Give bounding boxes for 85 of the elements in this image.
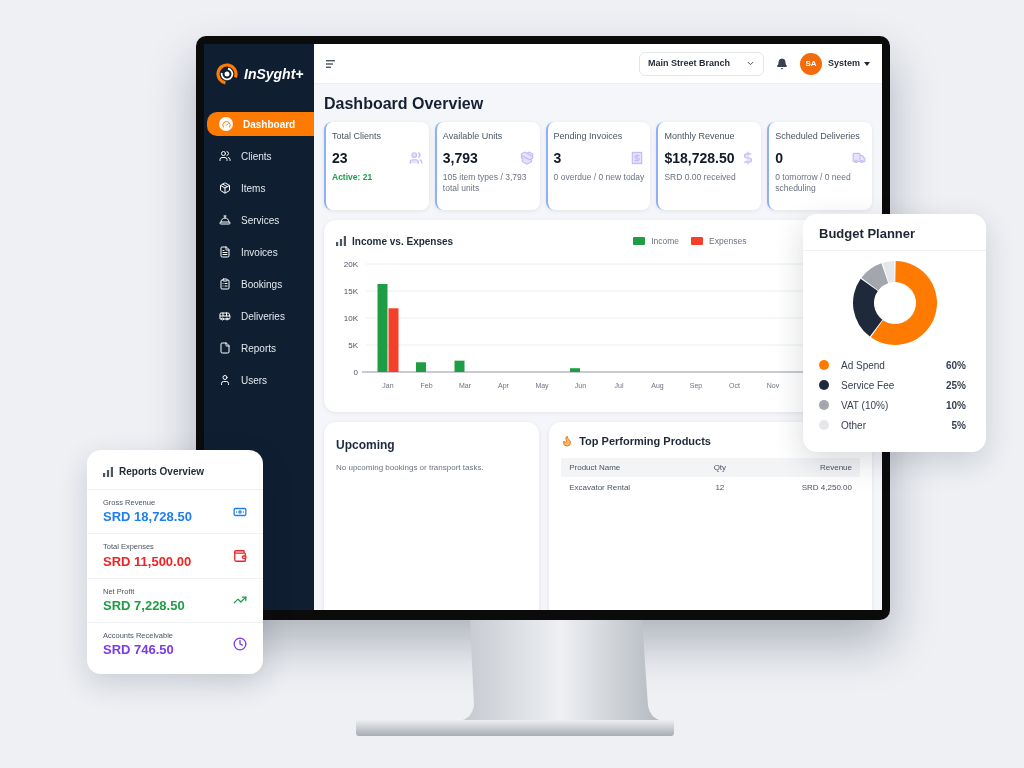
menu-icon[interactable] [326, 59, 335, 68]
table-cell: 12 [695, 477, 745, 498]
truck-icon [852, 151, 866, 165]
file-icon [219, 342, 231, 354]
page-title: Dashboard Overview [324, 94, 485, 114]
bell-icon[interactable] [775, 57, 788, 70]
column-header: Revenue [744, 458, 860, 477]
stat-label: Scheduled Deliveries [775, 130, 861, 142]
axis-label: 10K [343, 314, 358, 323]
legend-label: Ad Spend [841, 358, 885, 373]
axis-label: 15K [343, 287, 358, 296]
nav-item[interactable]: Users [207, 368, 314, 392]
nav-item[interactable]: Clients [207, 144, 314, 168]
user-icon [219, 374, 231, 386]
empty-message: No upcoming bookings or transport tasks. [336, 462, 485, 474]
chart-bar [388, 308, 399, 372]
axis-label: 0 [353, 368, 358, 377]
clipboard-icon [219, 278, 231, 290]
box-icon [219, 182, 231, 194]
people-icon [219, 150, 231, 162]
stat-label: Monthly Revenue [664, 130, 736, 142]
logo-icon [216, 63, 238, 85]
table-cell: Excavator Rental [561, 477, 696, 498]
legend-label: Other [841, 418, 866, 433]
caret-icon [864, 61, 870, 66]
panel-title: Upcoming [336, 437, 396, 454]
stat-value: 23 [332, 149, 348, 168]
logo-text: InSyght+ [244, 64, 304, 84]
chart-bar [454, 360, 465, 372]
stat-label: Available Units [442, 130, 504, 142]
nav-item[interactable]: Bookings [207, 272, 314, 296]
stat-note: 0 overdue / 0 new today [553, 172, 645, 183]
legend-label: Expenses [709, 234, 747, 248]
chart-title: Income vs. Expenses [352, 234, 454, 249]
clock-icon [233, 637, 247, 652]
card-title: Budget Planner [803, 214, 986, 251]
stat-value: 3,793 [442, 149, 478, 168]
branch-select[interactable]: Main Street Branch [638, 51, 764, 76]
stat-label: Pending Invoices [553, 130, 624, 142]
service-bell-icon [219, 214, 231, 226]
stat-note: SRD 0.00 received [664, 172, 737, 183]
bus-icon [219, 310, 231, 322]
legend-value: 25% [946, 378, 966, 393]
user-menu[interactable]: System [827, 56, 870, 71]
legend-value: 5% [951, 418, 966, 433]
stat-value: $18,728.50 [664, 149, 735, 168]
people-icon [408, 151, 423, 165]
stat-value: 3 [553, 149, 562, 168]
legend-value: 10% [946, 398, 966, 413]
receipt-icon [630, 151, 645, 165]
axis-label: 20K [343, 260, 358, 269]
gauge-icon [219, 117, 233, 131]
wallet-icon [233, 548, 247, 563]
bar-chart-icon [103, 466, 113, 477]
table-cell: SRD 4,250.00 [744, 477, 860, 498]
column-header: Product Name [561, 458, 696, 477]
nav-item[interactable]: Deliveries [207, 304, 314, 328]
nav-item[interactable]: Items [207, 176, 314, 200]
legend-label: VAT (10%) [841, 398, 889, 413]
bar-chart-icon [336, 236, 346, 246]
document-icon [219, 246, 231, 258]
legend-label: Service Fee [841, 378, 895, 393]
axis-label: 5K [348, 341, 358, 350]
stat-value: 0 [775, 149, 783, 168]
metric-value: SRD 18,728.50 [103, 508, 192, 527]
chart-bar [416, 362, 426, 372]
open-box-icon [519, 151, 534, 165]
metric-value: SRD 746.50 [103, 641, 174, 659]
legend-label: Income [651, 234, 680, 248]
stat-note: 105 item types / 3,793 total units [442, 172, 528, 194]
card-title: Reports Overview [119, 465, 205, 479]
stat-label: Total Clients [332, 130, 383, 142]
flame-icon [561, 435, 574, 447]
nav-item[interactable]: Invoices [207, 240, 314, 264]
chart-bar [570, 368, 580, 372]
stat-note: Active: 21 [332, 172, 374, 183]
nav-item[interactable]: Reports [207, 336, 314, 360]
metric-value: SRD 7,228.50 [103, 596, 185, 615]
metric-value: SRD 11,500.00 [103, 552, 192, 571]
nav-item[interactable]: Services [207, 208, 314, 232]
chevron-down-icon [745, 59, 755, 68]
stat-note: 0 tomorrow / 0 need scheduling [775, 172, 852, 194]
column-header: Qty [695, 458, 745, 477]
legend-value: 60% [946, 358, 966, 373]
panel-title: Top Performing Products [579, 433, 711, 449]
